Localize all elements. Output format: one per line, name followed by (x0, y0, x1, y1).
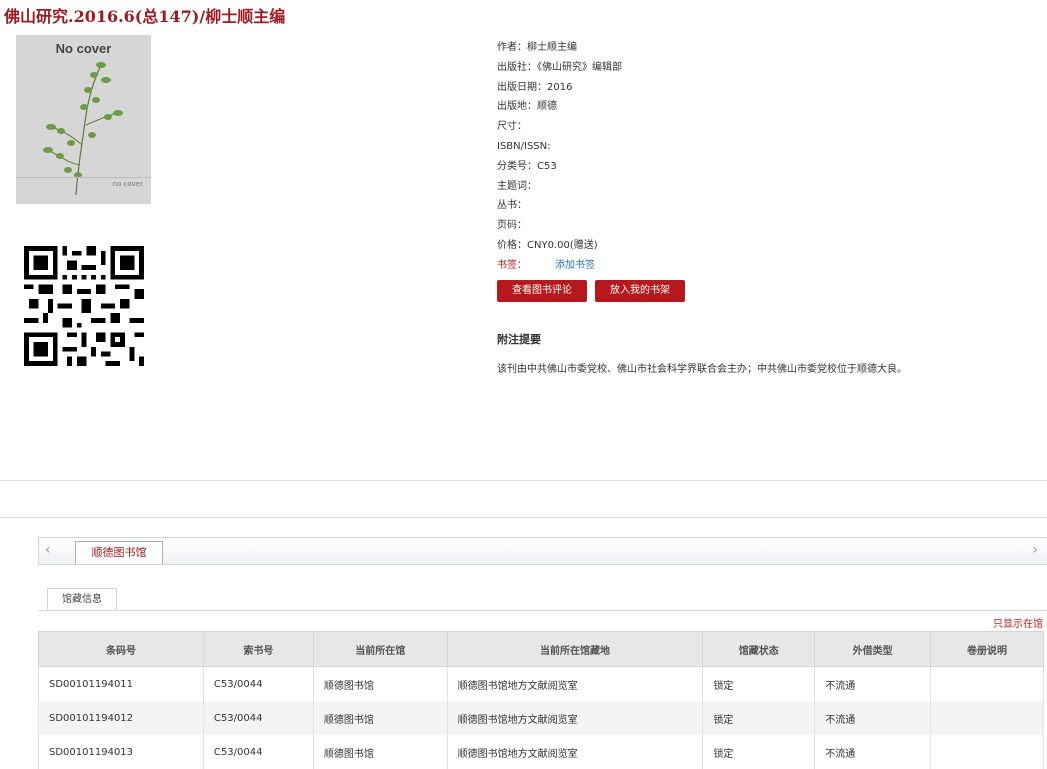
only-show-available-link[interactable]: 只显示在馆 (993, 615, 1043, 630)
cell-loan-type: 不流通 (814, 666, 932, 701)
meta-bookmark: 书签： 添加书签 (497, 256, 622, 276)
table-row: SD00101194012 C53/0044 顺德图书馆 顺德图书馆地方文献阅览… (38, 701, 1044, 735)
meta-publisher: 出版社：《佛山研究》编辑部 (497, 61, 622, 73)
view-reviews-button[interactable]: 查看图书评论 (497, 280, 587, 302)
meta-isbn: ISBN/ISSN: (497, 140, 551, 152)
meta-pub-date: 出版日期：2016 (497, 81, 573, 93)
cell-status: 锁定 (702, 666, 816, 701)
cell-status: 锁定 (702, 735, 816, 769)
cell-barcode: SD00101194012 (38, 701, 204, 735)
cell-library: 顺德图书馆 (312, 735, 448, 769)
cover-divider (16, 177, 151, 178)
section-divider (0, 480, 1047, 481)
cell-volume-note (930, 735, 1044, 769)
tab-holdings-info[interactable]: 馆藏信息 (47, 588, 117, 611)
add-to-shelf-button[interactable]: 放入我的书架 (595, 280, 685, 302)
book-cover-image: No cover no cover (16, 35, 151, 204)
cell-loan-type: 不流通 (814, 701, 932, 735)
cell-status: 锁定 (702, 701, 816, 735)
cell-library: 顺德图书馆 (312, 666, 448, 701)
subtab-divider (38, 610, 1047, 611)
cell-location: 顺德图书馆地方文献阅览室 (446, 735, 704, 769)
cover-small-label: no cover (112, 180, 143, 188)
scroll-right-arrow-icon[interactable]: › (1032, 542, 1038, 558)
title-editor: 柳士顺主编 (205, 7, 286, 26)
col-loan-type: 外借类型 (814, 631, 932, 667)
meta-size: 尺寸： (497, 121, 527, 133)
abstract-text: 该刊由中共佛山市委党校、佛山市社会科学界联合会主办；中共佛山市委党校位于顺德大良… (497, 364, 907, 375)
scroll-left-arrow-icon[interactable]: ‹ (45, 542, 51, 558)
table-row: SD00101194011 C53/0044 顺德图书馆 顺德图书馆地方文献阅览… (38, 666, 1044, 701)
library-tab-bar: ‹ › (38, 537, 1047, 565)
abstract-heading: 附注提要 (497, 333, 541, 346)
cell-call-number: C53/0044 (202, 666, 314, 701)
add-bookmark-link[interactable]: 添加书签 (555, 260, 595, 271)
cell-call-number: C53/0044 (202, 735, 314, 769)
table-header-row: 条码号 索书号 当前所在馆 当前所在馆藏地 馆藏状态 外借类型 卷册说明 (38, 631, 1044, 667)
cell-volume-note (930, 666, 1044, 701)
cell-location: 顺德图书馆地方文献阅览室 (446, 701, 704, 735)
panel-top-border (0, 517, 1047, 518)
meta-pages: 页码： (497, 220, 527, 232)
col-volume-note: 卷册说明 (930, 631, 1044, 667)
col-barcode: 条码号 (38, 631, 204, 667)
cell-loan-type: 不流通 (814, 735, 932, 769)
meta-series: 丛书： (497, 200, 527, 212)
book-metadata: 作者：柳士顺主编 出版社：《佛山研究》编辑部 出版日期：2016 出版地：顺德 … (497, 38, 622, 276)
table-row: SD00101194013 C53/0044 顺德图书馆 顺德图书馆地方文献阅览… (38, 735, 1044, 769)
plant-illustration (43, 62, 123, 196)
book-title: 佛山研究.2016.6(总147) (4, 7, 200, 26)
cell-library: 顺德图书馆 (312, 701, 448, 735)
col-current-location: 当前所在馆藏地 (446, 631, 704, 667)
cell-volume-note (930, 701, 1044, 735)
qr-code-image (24, 246, 144, 366)
cell-barcode: SD00101194011 (38, 666, 204, 701)
cell-location: 顺德图书馆地方文献阅览室 (446, 666, 704, 701)
col-status: 馆藏状态 (702, 631, 816, 667)
col-call-number: 索书号 (202, 631, 314, 667)
cell-call-number: C53/0044 (202, 701, 314, 735)
tab-shunde-library[interactable]: 顺德图书馆 (75, 541, 163, 564)
cell-barcode: SD00101194013 (38, 735, 204, 769)
bookmark-label: 书签： (497, 259, 527, 271)
meta-classification: 分类号：C53 (497, 160, 557, 172)
meta-price: 价格：CNY0.00(赠送) (497, 239, 598, 251)
holdings-table: 条码号 索书号 当前所在馆 当前所在馆藏地 馆藏状态 外借类型 卷册说明 SD0… (38, 631, 1044, 769)
col-current-library: 当前所在馆 (312, 631, 448, 667)
meta-subject: 主题词： (497, 180, 537, 192)
page-title: 佛山研究.2016.6(总147)/柳士顺主编 (4, 3, 285, 27)
meta-author: 作者：柳士顺主编 (497, 42, 577, 53)
meta-pub-place: 出版地：顺德 (497, 101, 557, 113)
